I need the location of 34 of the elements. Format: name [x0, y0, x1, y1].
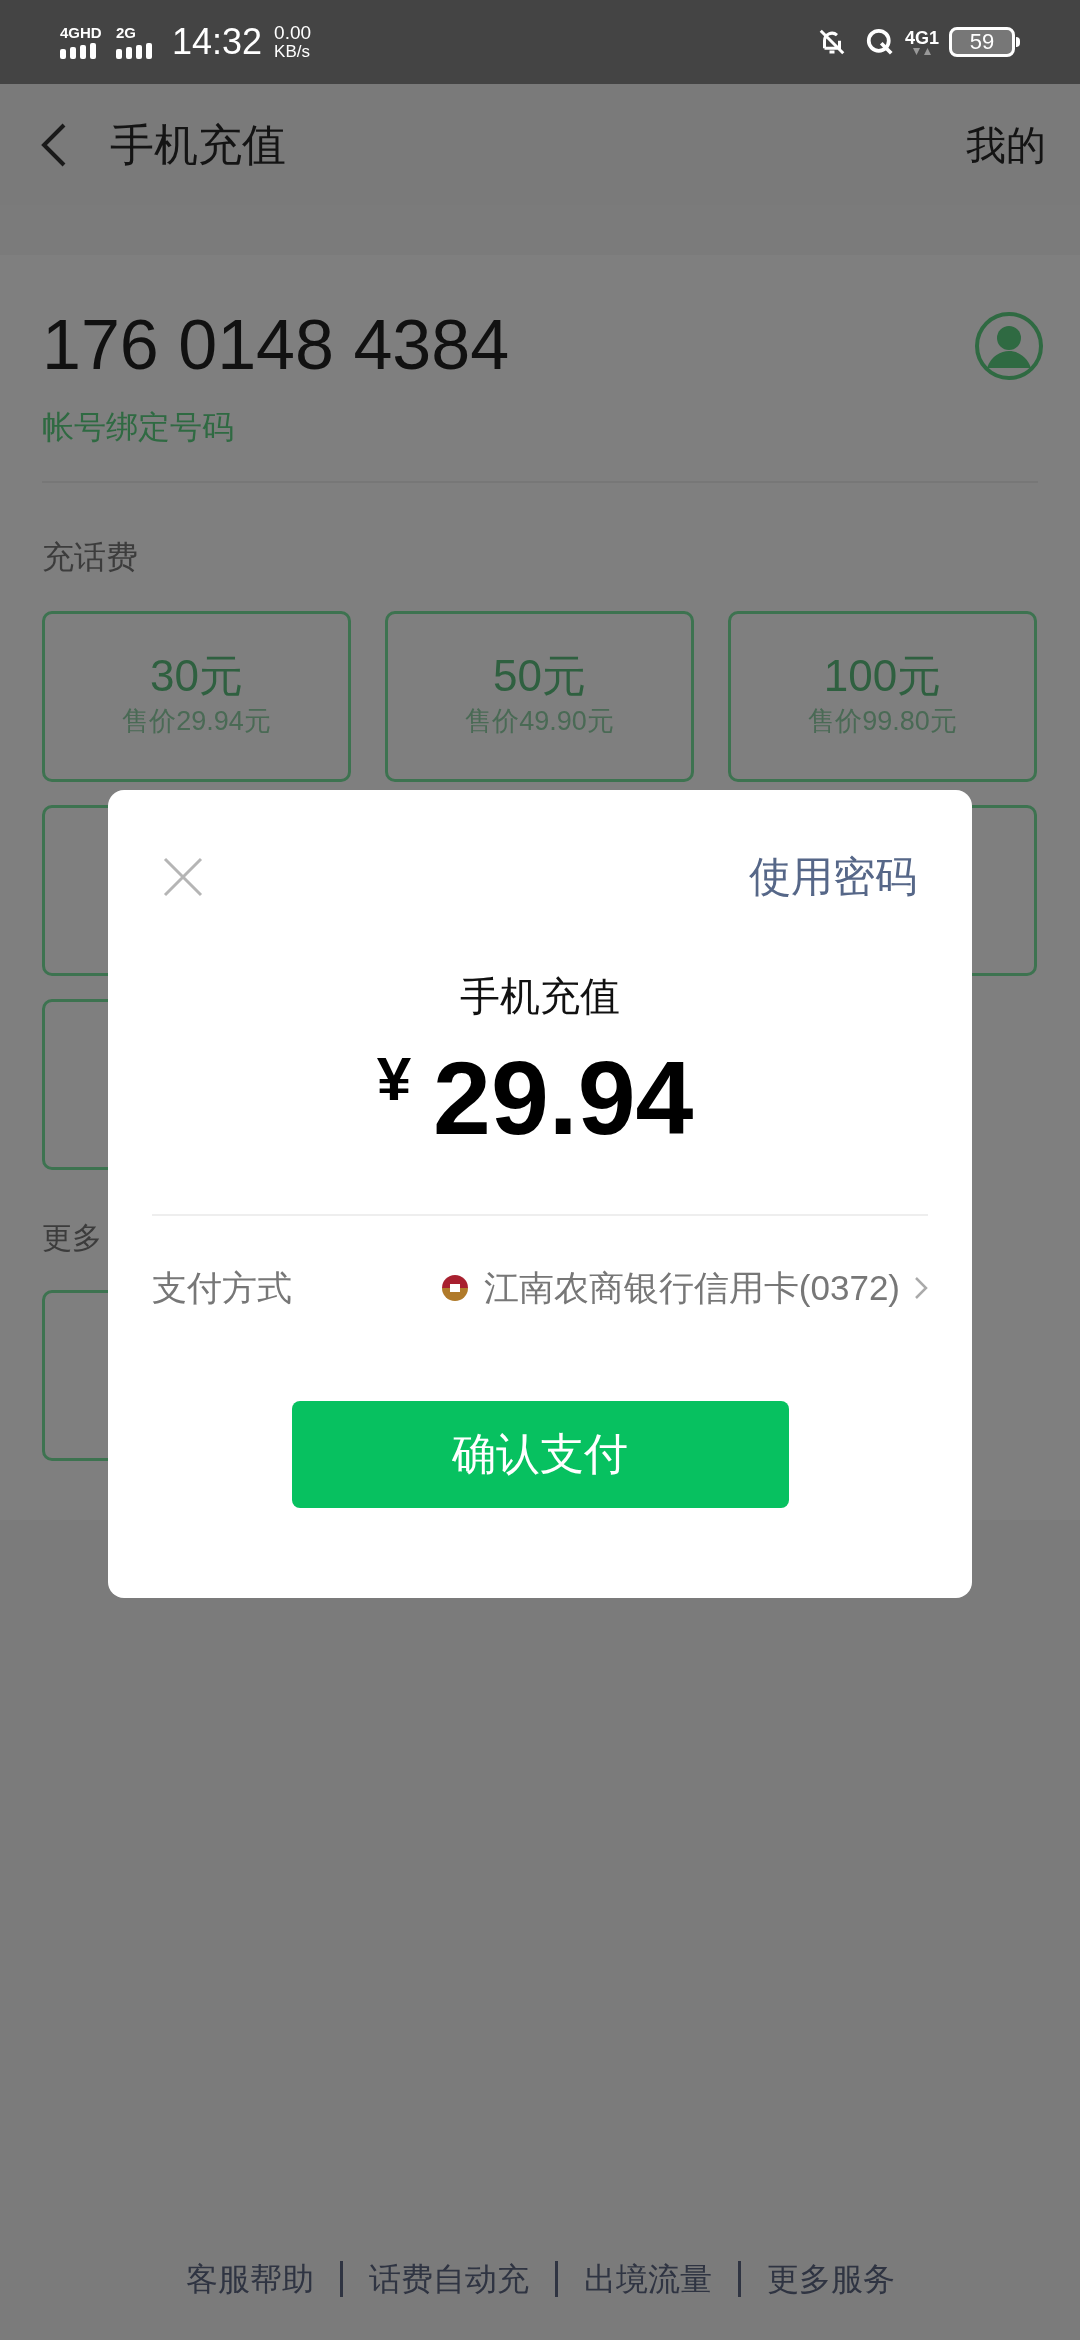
- speed-unit: KB/s: [274, 42, 311, 61]
- footer-link[interactable]: 更多服务: [766, 2255, 895, 2303]
- dialog-title: 手机充值: [460, 973, 620, 1020]
- payment-method[interactable]: 江南农商银行信用卡(0372): [483, 1262, 900, 1315]
- clock: 14:32: [172, 20, 263, 64]
- currency-symbol: ¥: [376, 1044, 412, 1114]
- search-icon: [864, 27, 895, 57]
- data-arrows-icon: [912, 46, 932, 56]
- confirm-payment-button[interactable]: 确认支付: [291, 1400, 789, 1508]
- section-title: 充话费: [42, 538, 139, 577]
- network-label: 4G1: [904, 28, 939, 47]
- my-link[interactable]: 我的: [966, 114, 1046, 175]
- network-label: 2G: [116, 25, 136, 41]
- option-amount: 100元: [823, 651, 942, 702]
- close-icon[interactable]: [163, 856, 203, 897]
- footer-link[interactable]: 出境流量: [583, 2255, 712, 2303]
- back-icon[interactable]: [40, 121, 68, 168]
- contact-icon[interactable]: [974, 311, 1044, 381]
- chevron-icon: [914, 1276, 928, 1301]
- use-password-link[interactable]: 使用密码: [749, 845, 917, 908]
- account-note: 帐号绑定号码: [42, 408, 235, 447]
- footer-link[interactable]: 话费自动充: [368, 2255, 529, 2303]
- option-amount: 50元: [493, 651, 586, 702]
- battery-indicator: 59: [949, 27, 1015, 57]
- option-amount: 30元: [150, 651, 243, 702]
- phone-number: 176 0148 4384: [42, 305, 510, 385]
- footer-link[interactable]: 客服帮助: [185, 2255, 314, 2303]
- network-label: 4GHD: [60, 25, 102, 41]
- page-title: 手机充值: [110, 118, 286, 171]
- payment-amount: 29.94: [433, 1039, 694, 1158]
- bank-logo-icon: [439, 1273, 470, 1304]
- payment-label: 支付方式: [152, 1267, 292, 1309]
- speed-value: 0.00: [274, 23, 312, 42]
- section-title: 更多: [42, 1220, 103, 1256]
